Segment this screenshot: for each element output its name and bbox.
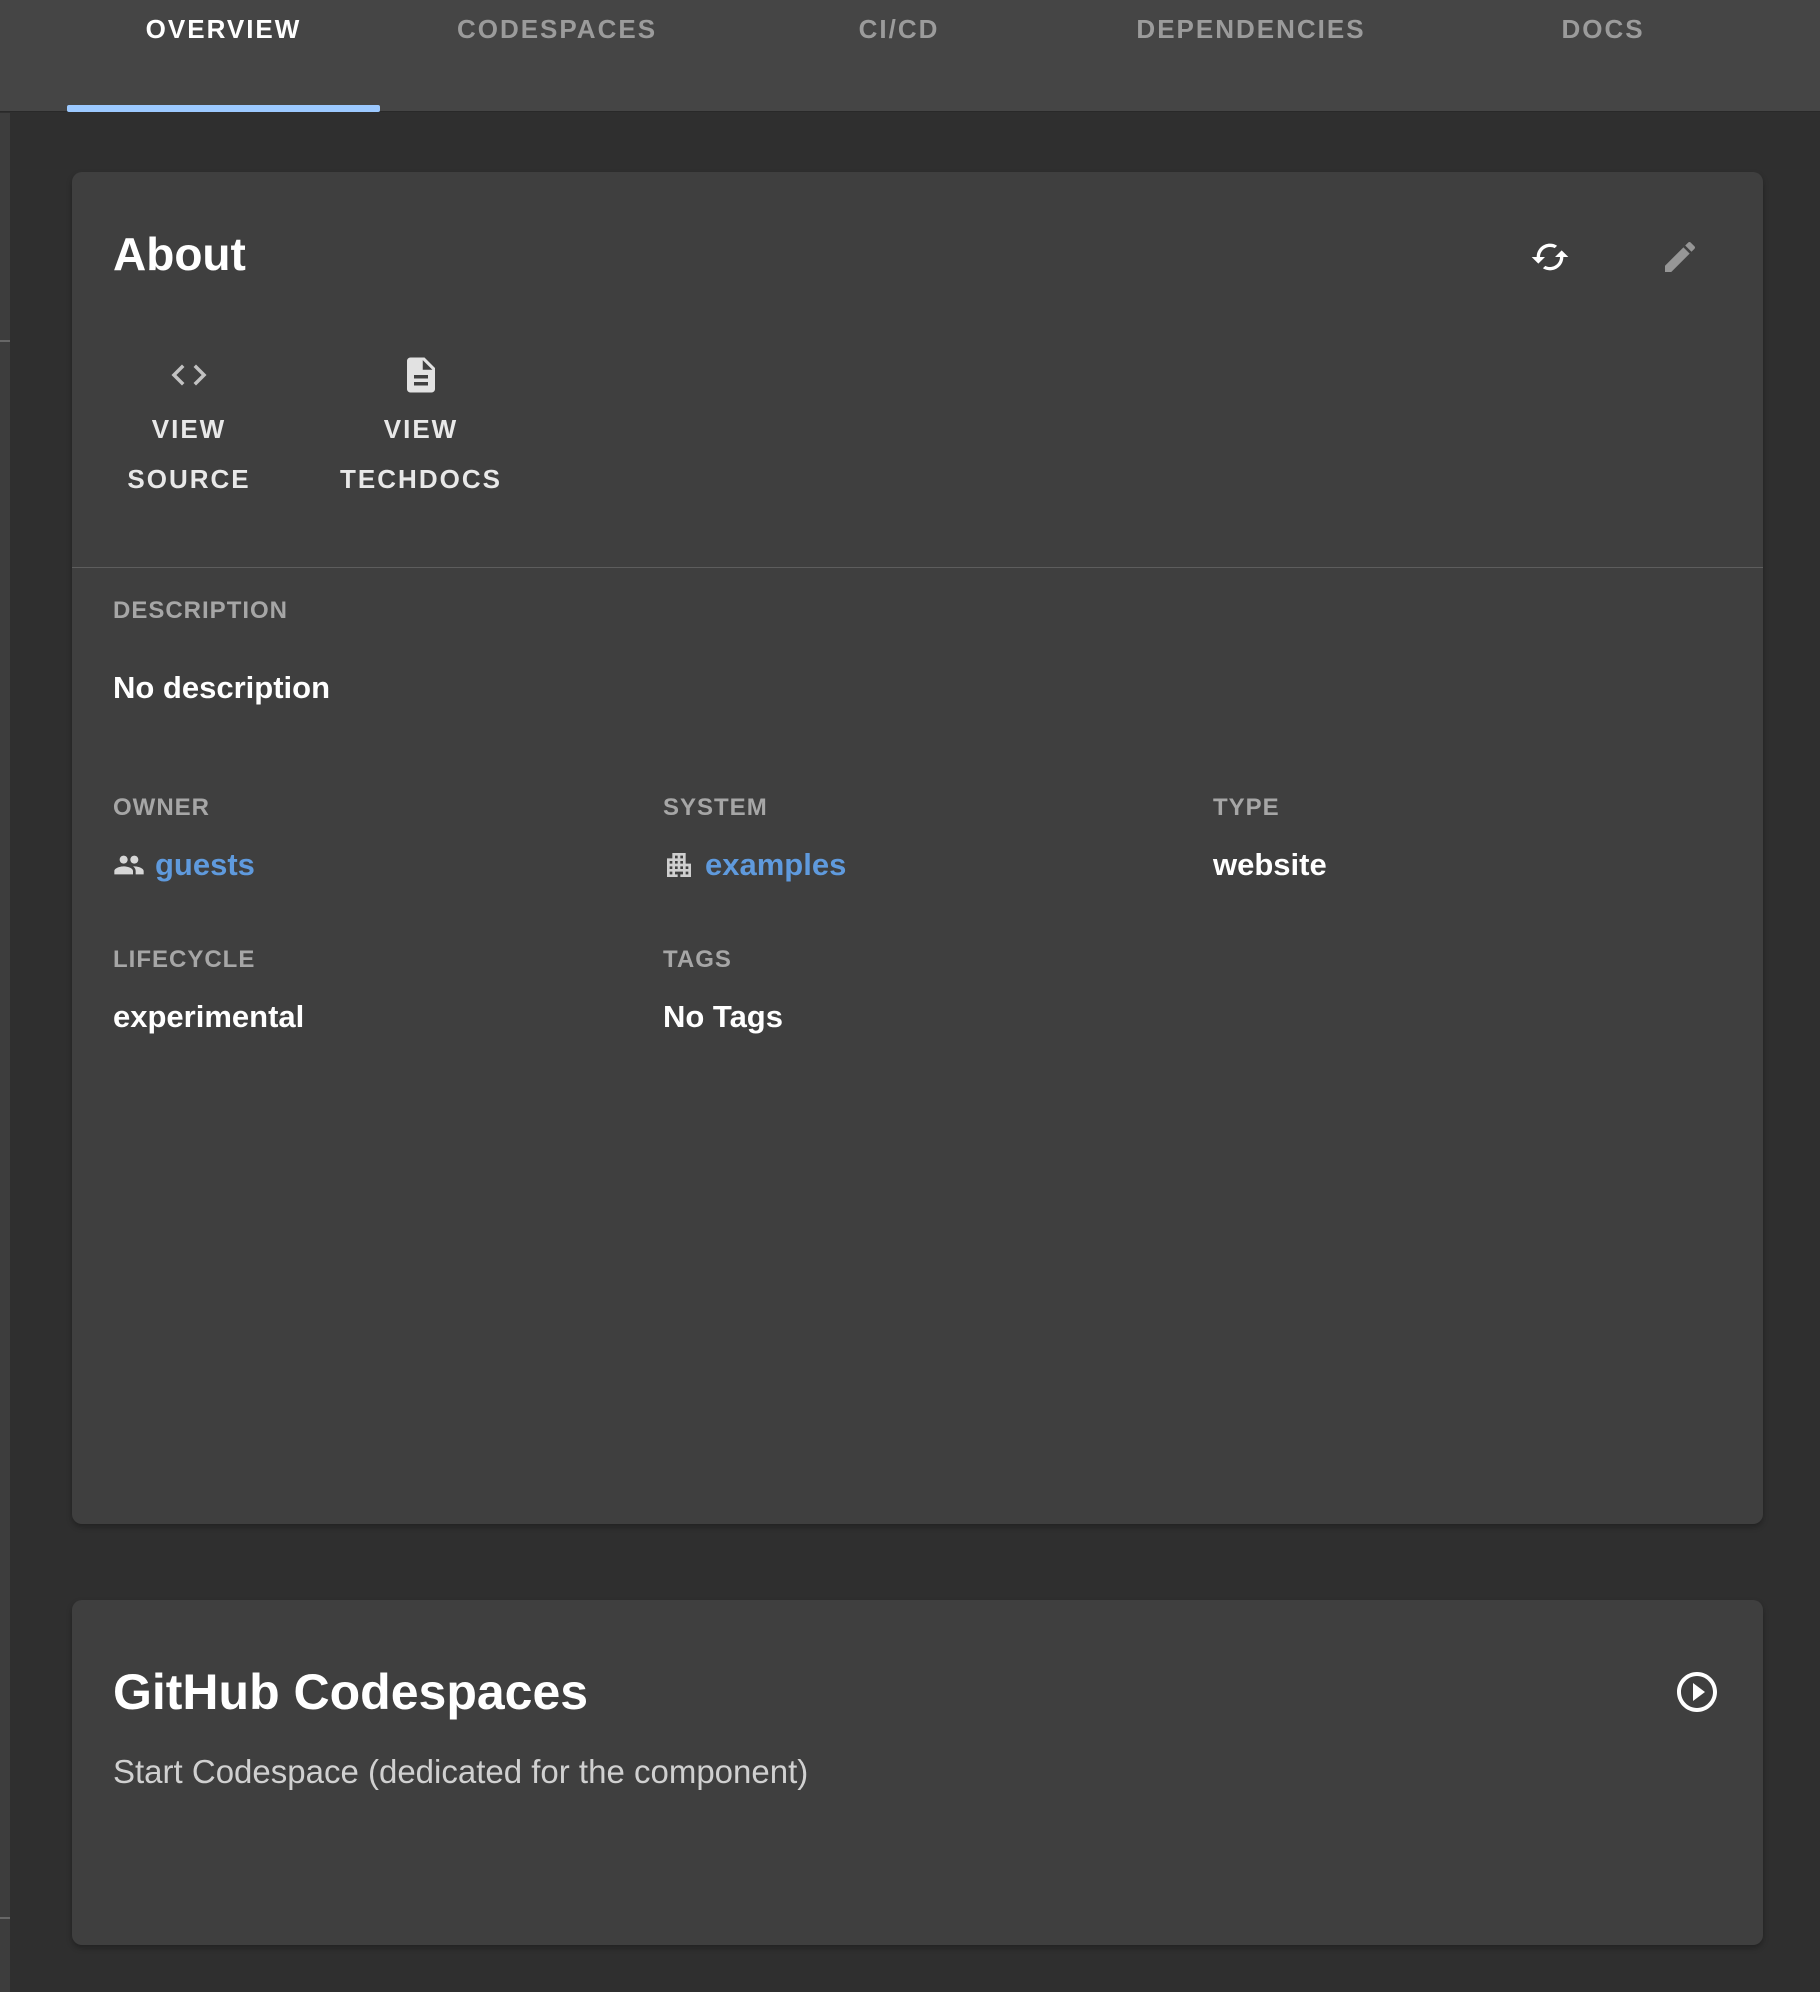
view-source-button[interactable]: VIEW SOURCE (113, 354, 265, 504)
field-tags-value: No Tags (663, 998, 1213, 1036)
field-owner: OWNER guests (113, 794, 663, 884)
code-icon (168, 354, 210, 396)
tab-dependencies-label: DEPENDENCIES (1136, 14, 1365, 44)
refresh-icon (1530, 237, 1570, 277)
sidebar-edge (0, 113, 10, 1992)
start-codespace-button[interactable] (1673, 1668, 1721, 1716)
view-techdocs-button[interactable]: VIEW TECHDOCS (301, 354, 541, 504)
view-techdocs-label: VIEW TECHDOCS (301, 404, 541, 504)
field-lifecycle-label: LIFECYCLE (113, 946, 663, 974)
edit-icon (1660, 237, 1700, 277)
entity-tab-bar: OVERVIEW CODESPACES CI/CD DEPENDENCIES D… (0, 0, 1820, 112)
view-source-label: VIEW SOURCE (113, 404, 265, 504)
tab-docs-label: DOCS (1561, 14, 1644, 44)
field-tags: TAGS No Tags (663, 946, 1213, 1036)
field-system: SYSTEM examples (663, 794, 1213, 884)
field-lifecycle: LIFECYCLE experimental (113, 946, 663, 1036)
tab-cicd-label: CI/CD (859, 14, 940, 44)
tab-codespaces-label: CODESPACES (457, 14, 657, 44)
play-circle-icon (1673, 1668, 1721, 1716)
tab-dependencies[interactable]: DEPENDENCIES (1076, 0, 1426, 112)
tab-codespaces[interactable]: CODESPACES (392, 0, 722, 112)
active-tab-indicator (67, 105, 380, 112)
sidebar-divider (0, 1917, 10, 1919)
people-icon (113, 849, 145, 881)
field-system-label: SYSTEM (663, 794, 1213, 822)
system-icon (663, 849, 695, 881)
field-type-value: website (1213, 846, 1763, 884)
tab-docs[interactable]: DOCS (1438, 0, 1768, 112)
system-link-label: examples (705, 846, 846, 884)
docs-icon (400, 354, 442, 396)
system-link[interactable]: examples (663, 846, 1213, 884)
field-description-value: No description (113, 669, 1763, 707)
field-owner-label: OWNER (113, 794, 663, 822)
field-description: DESCRIPTION No description (113, 597, 1763, 707)
field-type: TYPE website (1213, 794, 1763, 884)
field-lifecycle-value: experimental (113, 998, 663, 1036)
codespaces-card-title: GitHub Codespaces (72, 1600, 1763, 1720)
tab-overview[interactable]: OVERVIEW (67, 0, 380, 112)
field-description-label: DESCRIPTION (113, 597, 1763, 625)
about-card-actions (1530, 237, 1700, 277)
codespaces-card-subtitle: Start Codespace (dedicated for the compo… (72, 1752, 1763, 1792)
about-card-fields: DESCRIPTION No description OWNER guests … (113, 597, 1763, 1036)
sidebar-divider (0, 340, 10, 342)
tab-cicd[interactable]: CI/CD (734, 0, 1064, 112)
edit-button[interactable] (1660, 237, 1700, 277)
about-card-title: About (72, 172, 1763, 280)
about-card: About VIEW SOURCE VIEW TECHDOCS DESCRIPT… (72, 172, 1763, 1524)
tab-overview-label: OVERVIEW (146, 14, 302, 44)
refresh-button[interactable] (1530, 237, 1570, 277)
entity-overview-page: OVERVIEW CODESPACES CI/CD DEPENDENCIES D… (0, 0, 1820, 1992)
owner-link-label: guests (155, 846, 255, 884)
about-card-divider (72, 567, 1763, 568)
about-card-links: VIEW SOURCE VIEW TECHDOCS (113, 354, 541, 504)
field-type-label: TYPE (1213, 794, 1763, 822)
field-tags-label: TAGS (663, 946, 1213, 974)
owner-link[interactable]: guests (113, 846, 663, 884)
github-codespaces-card: GitHub Codespaces Start Codespace (dedic… (72, 1600, 1763, 1945)
